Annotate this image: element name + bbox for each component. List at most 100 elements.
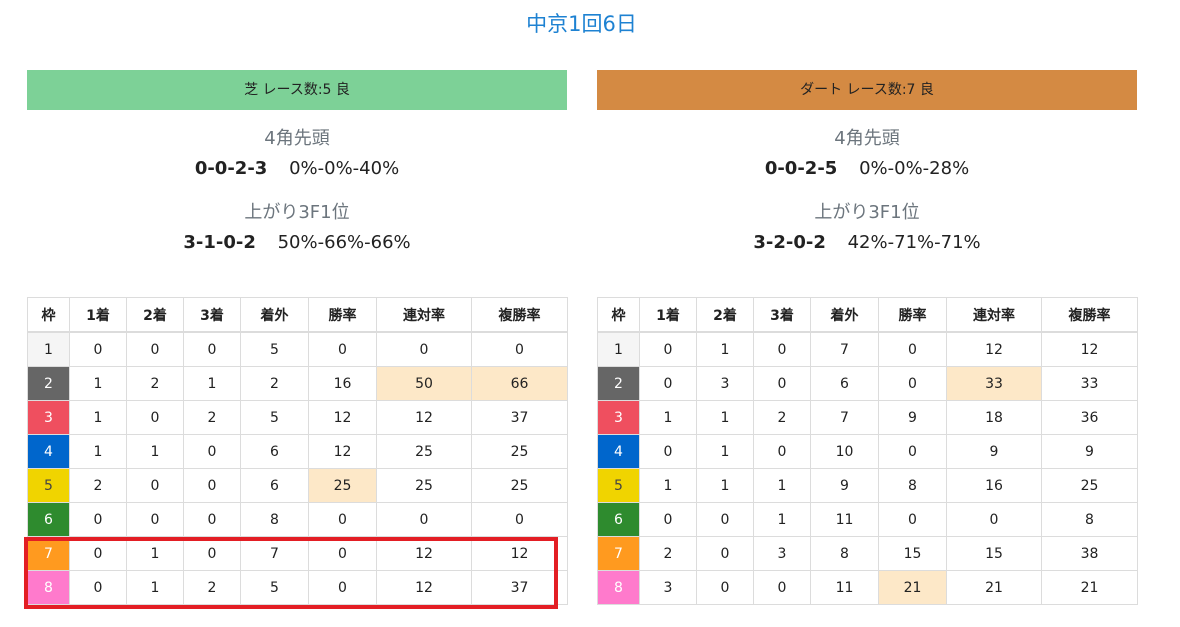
table-cell: 9 (810, 468, 879, 503)
waku-badge: 6 (27, 502, 70, 537)
table-cell: 0 (753, 366, 811, 401)
table-cell: 0 (753, 331, 811, 367)
turf-header: 芝 レース数:5 良 (27, 70, 567, 110)
waku-badge: 3 (27, 400, 70, 435)
turf-stat1-line: 0-0-2-3 0%-0%-40% (27, 158, 567, 184)
table-cell: 0 (69, 502, 127, 537)
dirt-table-body: 1 0 1 0 7 0 12 12 2 0 3 0 6 0 33 33 3 1 1 2 7 9 18 36 4 0 1 0 10 0 9 9 5… (597, 331, 1138, 605)
column-header: 3着 (183, 297, 241, 333)
table-cell: 12 (946, 331, 1042, 367)
table-cell: 3 (639, 570, 697, 605)
waku-badge: 4 (27, 434, 70, 469)
page-title: 中京1回6日 (526, 12, 637, 36)
table-cell: 25 (308, 468, 377, 503)
waku-badge: 5 (597, 468, 640, 503)
table-cell: 8 (810, 536, 879, 571)
table-cell: 3 (696, 366, 754, 401)
table-cell: 0 (126, 468, 184, 503)
waku-badge: 5 (27, 468, 70, 503)
table-row: 8 3 0 0 11 21 21 21 (597, 570, 1138, 605)
table-cell: 0 (376, 331, 472, 367)
table-cell: 0 (753, 570, 811, 605)
table-cell: 25 (376, 434, 472, 469)
table-cell: 0 (308, 502, 377, 537)
table-cell: 1 (753, 502, 811, 537)
table-row: 1 0 1 0 7 0 12 12 (597, 331, 1138, 367)
table-cell: 7 (810, 400, 879, 435)
table-cell: 66 (471, 366, 568, 401)
dirt-stat1-line: 0-0-2-5 0%-0%-28% (597, 158, 1137, 184)
table-cell: 0 (308, 331, 377, 367)
table-cell: 1 (753, 468, 811, 503)
table-row: 5 1 1 1 9 8 16 25 (597, 468, 1138, 503)
callout-highlight-box (24, 537, 558, 609)
table-row: 2 0 3 0 6 0 33 33 (597, 366, 1138, 401)
table-row: 6 0 0 1 11 0 0 8 (597, 502, 1138, 537)
dirt-panel: ダート レース数:7 良 4角先頭 0-0-2-5 0%-0%-28% 上がり3… (597, 70, 1138, 605)
table-cell: 0 (639, 434, 697, 469)
table-cell: 9 (878, 400, 947, 435)
column-header: 複勝率 (471, 297, 568, 333)
table-cell: 12 (1041, 331, 1138, 367)
waku-badge: 3 (597, 400, 640, 435)
waku-badge: 8 (597, 570, 640, 605)
table-cell: 0 (376, 502, 472, 537)
dirt-stat1-record: 0-0-2-5 (764, 158, 838, 179)
table-cell: 0 (126, 502, 184, 537)
table-cell: 0 (753, 434, 811, 469)
table-cell: 6 (810, 366, 879, 401)
table-cell: 12 (308, 400, 377, 435)
column-header: 連対率 (376, 297, 472, 333)
table-cell: 25 (471, 434, 568, 469)
column-header: 1着 (639, 297, 697, 333)
table-cell: 1 (183, 366, 241, 401)
table-cell: 0 (471, 331, 568, 367)
turf-stat2-line: 3-1-0-2 50%-66%-66% (27, 232, 567, 258)
turf-stat2-record: 3-1-0-2 (183, 232, 256, 253)
table-cell: 1 (69, 400, 127, 435)
table-cell: 0 (126, 331, 184, 367)
table-cell: 25 (471, 468, 568, 503)
column-header: 2着 (696, 297, 754, 333)
table-cell: 1 (696, 468, 754, 503)
table-cell: 2 (240, 366, 309, 401)
table-cell: 1 (69, 434, 127, 469)
table-cell: 16 (946, 468, 1042, 503)
table-cell: 36 (1041, 400, 1138, 435)
table-cell: 1 (696, 434, 754, 469)
table-cell: 11 (810, 502, 879, 537)
column-header: 連対率 (946, 297, 1042, 333)
table-row: 2 1 2 1 2 16 50 66 (27, 366, 568, 401)
table-cell: 21 (878, 570, 947, 605)
waku-badge: 1 (597, 331, 640, 367)
table-cell: 11 (810, 570, 879, 605)
table-cell: 0 (126, 400, 184, 435)
column-header: 着外 (240, 297, 309, 333)
table-cell: 16 (308, 366, 377, 401)
table-cell: 1 (126, 434, 184, 469)
table-row: 4 0 1 0 10 0 9 9 (597, 434, 1138, 469)
dirt-stat2-record: 3-2-0-2 (753, 232, 826, 253)
column-header: 1着 (69, 297, 127, 333)
dirt-stat1-pct: 0%-0%-28% (859, 158, 970, 179)
waku-badge: 7 (597, 536, 640, 571)
turf-stat2-label: 上がり3F1位 (244, 202, 350, 223)
table-cell: 9 (946, 434, 1042, 469)
waku-badge: 2 (27, 366, 70, 401)
table-row: 5 2 0 0 6 25 25 25 (27, 468, 568, 503)
table-cell: 3 (753, 536, 811, 571)
turf-stat1-label: 4角先頭 (264, 128, 330, 149)
column-header: 着外 (810, 297, 879, 333)
table-cell: 6 (240, 468, 309, 503)
table-cell: 0 (639, 366, 697, 401)
column-header: 2着 (126, 297, 184, 333)
table-cell: 0 (696, 502, 754, 537)
dirt-stat2-pct: 42%-71%-71% (847, 232, 981, 253)
column-header: 3着 (753, 297, 811, 333)
table-cell: 2 (69, 468, 127, 503)
table-cell: 0 (639, 331, 697, 367)
table-cell: 0 (946, 502, 1042, 537)
table-cell: 10 (810, 434, 879, 469)
table-cell: 0 (696, 570, 754, 605)
table-cell: 2 (183, 400, 241, 435)
